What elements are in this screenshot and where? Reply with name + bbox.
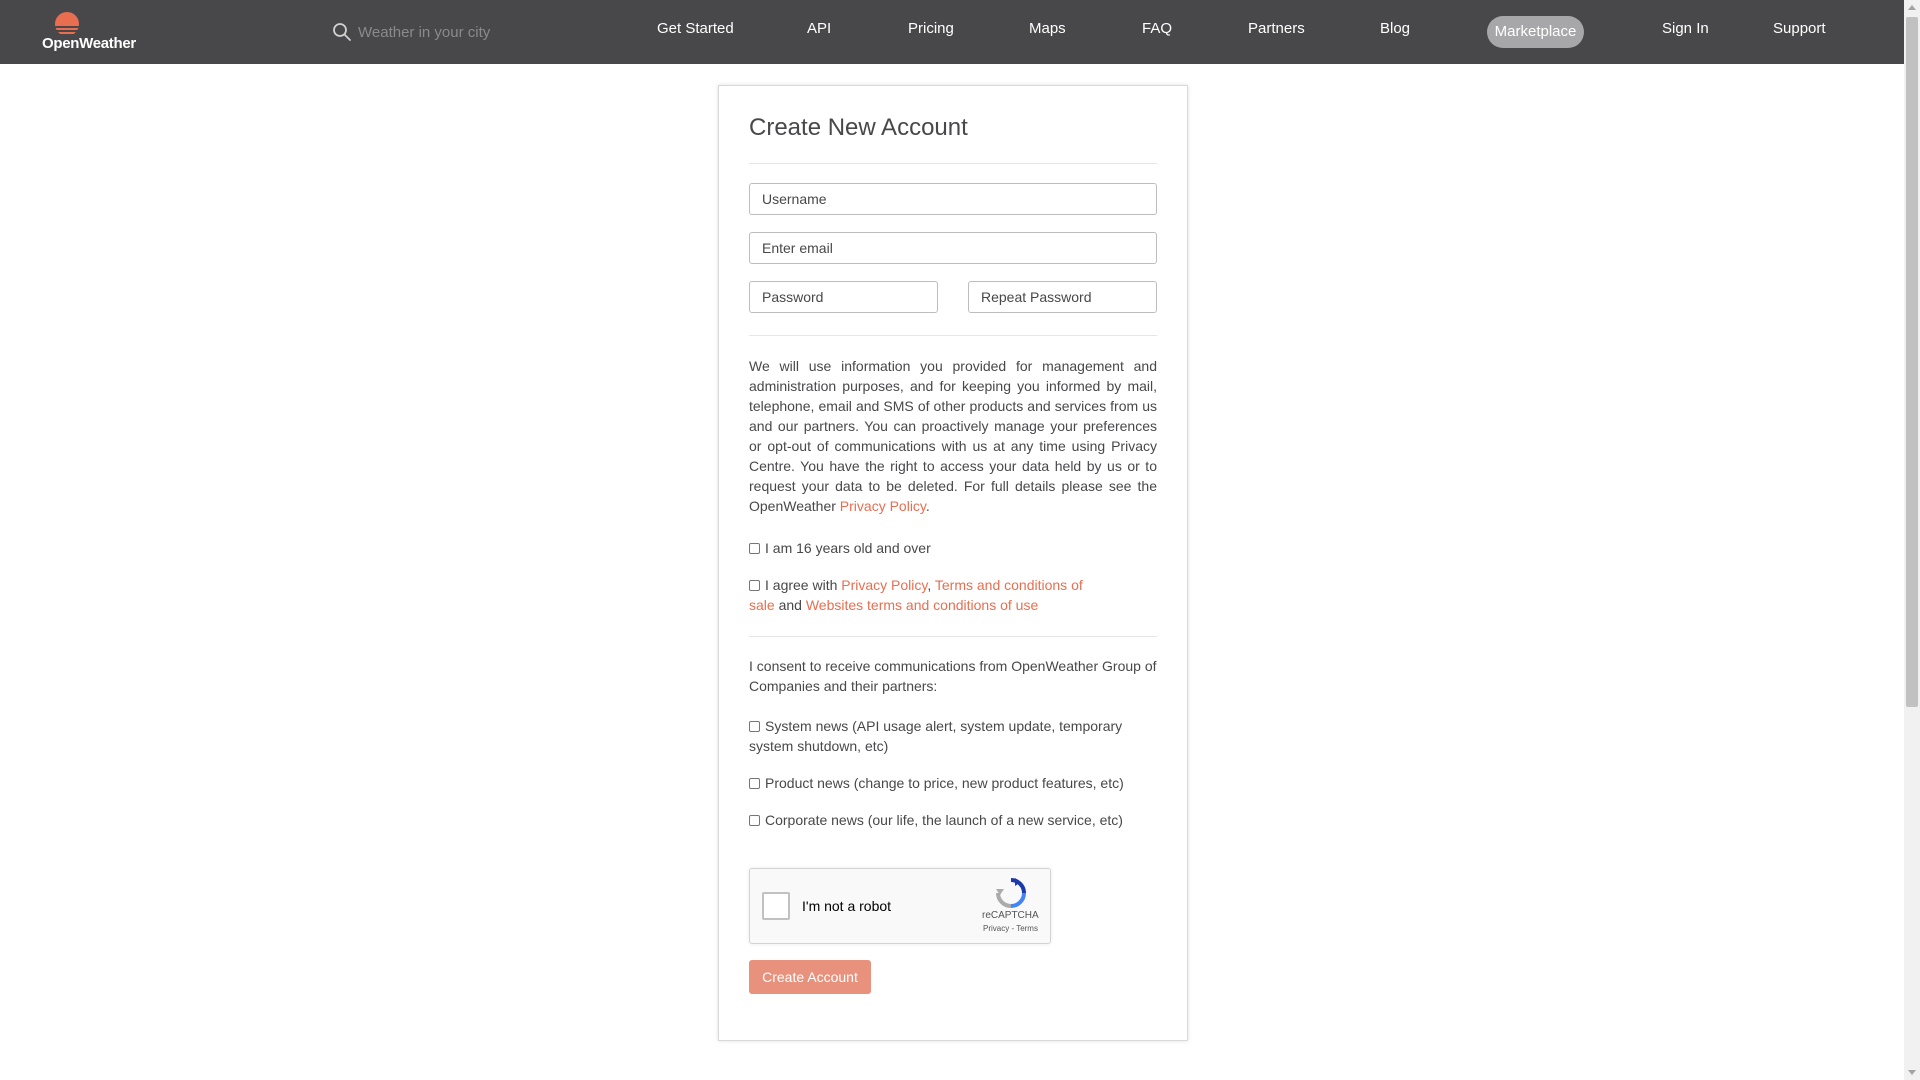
repeat-password-field[interactable] xyxy=(968,281,1157,313)
scroll-up-arrow-icon[interactable] xyxy=(1908,5,1916,10)
page-title: Create New Account xyxy=(749,114,968,141)
scroll-down-arrow-icon[interactable] xyxy=(1908,1070,1916,1075)
product-news-checkbox[interactable] xyxy=(749,778,760,789)
system-news-label: System news (API usage alert, system upd… xyxy=(749,718,1123,754)
nav-support[interactable]: Support xyxy=(1773,20,1826,37)
nav-api[interactable]: API xyxy=(807,20,831,37)
corporate-news-checkbox[interactable] xyxy=(749,815,760,826)
top-navbar: OpenWeather Get Started API Pricing Maps… xyxy=(0,0,1904,64)
create-account-button[interactable]: Create Account xyxy=(749,960,871,994)
agree-prefix: I agree with xyxy=(765,577,838,593)
product-news-label: Product news (change to price, new produ… xyxy=(765,775,1124,791)
divider xyxy=(749,163,1157,164)
divider xyxy=(749,335,1157,336)
nav-pricing[interactable]: Pricing xyxy=(908,20,954,37)
privacy-notice: We will use information you provided for… xyxy=(749,356,1157,516)
agree-comma: , xyxy=(927,577,932,593)
system-news-row: System news (API usage alert, system upd… xyxy=(749,716,1157,756)
nav-sign-in[interactable]: Sign In xyxy=(1662,20,1709,37)
system-news-checkbox[interactable] xyxy=(749,721,760,732)
agree-privacy-link[interactable]: Privacy Policy xyxy=(841,577,927,593)
divider xyxy=(749,636,1157,637)
corporate-news-label: Corporate news (our life, the launch of … xyxy=(765,812,1123,828)
age-check-label: I am 16 years old and over xyxy=(765,540,931,556)
recaptcha-links[interactable]: Privacy - Terms xyxy=(983,924,1038,933)
recaptcha-widget: I'm not a robot reCAPTCHA Privacy - Term… xyxy=(749,868,1051,944)
email-field[interactable] xyxy=(749,232,1157,264)
password-field[interactable] xyxy=(749,281,938,313)
create-account-card: Create New Account We will use informati… xyxy=(718,85,1188,1041)
agree-check-row: I agree with Privacy Policy, Terms and c… xyxy=(749,575,1089,615)
privacy-notice-end: . xyxy=(925,498,930,514)
recaptcha-logo-icon xyxy=(996,878,1026,908)
age-check-row: I am 16 years old and over xyxy=(749,538,1157,558)
openweather-logo[interactable]: OpenWeather xyxy=(42,10,142,56)
age-checkbox[interactable] xyxy=(749,543,760,554)
scroll-thumb[interactable] xyxy=(1906,17,1918,707)
nav-get-started[interactable]: Get Started xyxy=(657,20,734,37)
nav-maps[interactable]: Maps xyxy=(1029,20,1066,37)
nav-faq[interactable]: FAQ xyxy=(1142,20,1172,37)
nav-partners[interactable]: Partners xyxy=(1248,20,1305,37)
city-search-input[interactable] xyxy=(358,18,578,46)
recaptcha-brand: reCAPTCHA xyxy=(982,910,1039,921)
consent-intro: I consent to receive communications from… xyxy=(749,658,1157,694)
agree-and: and xyxy=(778,597,802,613)
recaptcha-checkbox[interactable] xyxy=(762,892,790,920)
product-news-row: Product news (change to price, new produ… xyxy=(749,773,1157,793)
website-terms-link[interactable]: Websites terms and conditions of use xyxy=(806,597,1038,613)
username-field[interactable] xyxy=(749,183,1157,215)
privacy-notice-text: We will use information you provided for… xyxy=(749,358,1157,514)
privacy-policy-link[interactable]: Privacy Policy xyxy=(840,498,926,514)
recaptcha-label: I'm not a robot xyxy=(802,898,892,914)
agree-checkbox[interactable] xyxy=(749,580,760,591)
page-scrollbar[interactable] xyxy=(1904,0,1920,1080)
nav-marketplace[interactable]: Marketplace xyxy=(1487,16,1584,48)
nav-blog[interactable]: Blog xyxy=(1380,20,1410,37)
corporate-news-row: Corporate news (our life, the launch of … xyxy=(749,810,1157,830)
logo-text: OpenWeather xyxy=(42,35,136,52)
search-icon[interactable] xyxy=(332,22,352,42)
